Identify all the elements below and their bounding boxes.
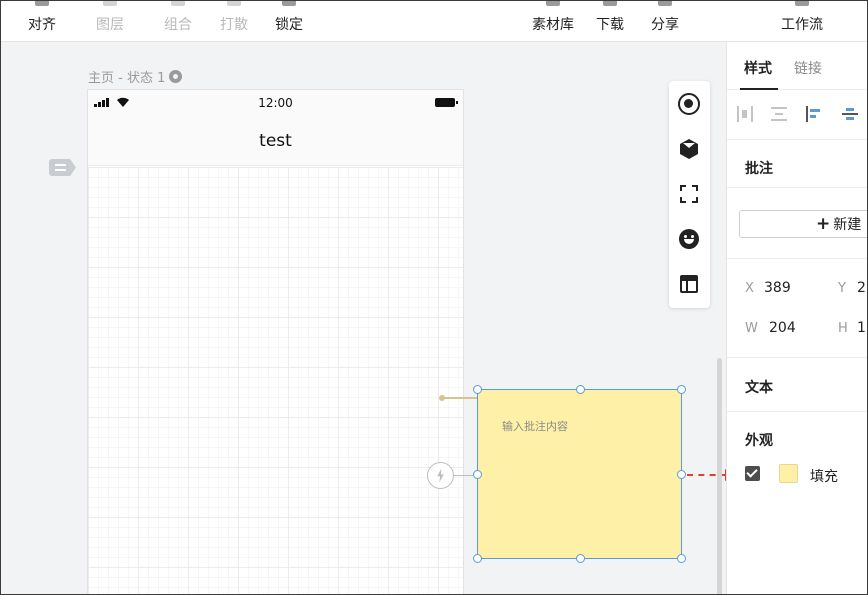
fill-color-swatch[interactable] xyxy=(779,464,798,483)
note-placeholder[interactable]: 输入批注内容 xyxy=(502,418,568,434)
floating-tool-strip xyxy=(669,81,710,308)
ungroup-button[interactable]: 打散 xyxy=(220,1,248,42)
resize-handle-bottom-left[interactable] xyxy=(473,554,482,563)
asset-library-label: 素材库 xyxy=(532,17,574,33)
share-button[interactable]: 分享 xyxy=(651,1,679,42)
w-input[interactable]: 204 xyxy=(769,320,796,336)
divider xyxy=(727,187,867,188)
scan-button[interactable] xyxy=(677,182,701,206)
canvas-scrollbar[interactable] xyxy=(717,358,722,594)
annotation-section-title: 批注 xyxy=(745,161,773,177)
layers-label: 图层 xyxy=(96,17,124,33)
top-toolbar: 对齐 图层 组合 打散 锁定 素材库 下载 分享 工作流 xyxy=(1,1,867,42)
asset-library-icon xyxy=(546,1,560,6)
text-section-title[interactable]: 文本 xyxy=(745,377,773,397)
h-input[interactable]: 1 xyxy=(857,320,866,336)
w-label: W xyxy=(745,321,758,336)
layers-button[interactable]: 图层 xyxy=(96,1,124,42)
app-window: 对齐 图层 组合 打散 锁定 素材库 下载 分享 工作流 主页 - 状态 1 1… xyxy=(0,0,868,595)
status-time: 12:00 xyxy=(258,96,293,110)
annotation-connector-dot[interactable] xyxy=(439,395,445,401)
battery-icon xyxy=(435,98,458,107)
divider xyxy=(727,258,867,259)
download-icon xyxy=(603,1,617,6)
lock-icon xyxy=(282,1,296,6)
scan-icon xyxy=(680,185,698,203)
resize-handle-bottom-right[interactable] xyxy=(677,554,686,563)
align-distribute-vertical-icon[interactable] xyxy=(771,106,787,122)
ungroup-label: 打散 xyxy=(220,17,248,33)
resize-handle-right[interactable] xyxy=(677,470,686,479)
workflow-label: 工作流 xyxy=(781,17,823,33)
layout-button[interactable] xyxy=(677,272,701,296)
group-button[interactable]: 组合 xyxy=(164,1,192,42)
emoji-button[interactable] xyxy=(677,227,701,251)
tab-style[interactable]: 样式 xyxy=(744,58,772,78)
workflow-icon xyxy=(795,1,809,6)
appearance-section-title: 外观 xyxy=(745,433,773,449)
resize-handle-top[interactable] xyxy=(576,385,585,394)
align-icon xyxy=(35,1,49,6)
layers-icon xyxy=(103,1,117,6)
lock-button[interactable]: 锁定 xyxy=(275,1,303,42)
download-button[interactable]: 下载 xyxy=(596,1,624,42)
ungroup-icon xyxy=(227,1,241,6)
divider xyxy=(727,357,867,358)
download-label: 下载 xyxy=(596,17,624,33)
asset-library-button[interactable]: 素材库 xyxy=(532,1,574,42)
share-label: 分享 xyxy=(651,17,679,33)
page-state-text: 主页 - 状态 1 xyxy=(88,71,166,86)
screen-title[interactable]: test xyxy=(259,131,292,151)
fill-label: 填充 xyxy=(810,469,838,485)
gear-icon[interactable] xyxy=(169,70,183,83)
y-input[interactable]: 2 xyxy=(857,280,866,296)
phone-artboard[interactable]: 12:00 test xyxy=(87,89,464,594)
group-label: 组合 xyxy=(164,17,192,33)
page-state-label[interactable]: 主页 - 状态 1 xyxy=(88,67,183,86)
page-tag-icon[interactable] xyxy=(49,159,76,176)
align-tools xyxy=(727,90,867,140)
workflow-button[interactable]: 工作流 xyxy=(781,1,823,42)
align-center-icon[interactable] xyxy=(842,106,858,122)
x-input[interactable]: 389 xyxy=(764,280,791,296)
plus-icon: + xyxy=(816,214,831,234)
properties-panel: 样式 链接 批注 + 新建 X 389 Y 2 W 204 H 1 文本 外观 … xyxy=(726,42,867,594)
new-annotation-label: 新建 xyxy=(833,217,862,233)
divider xyxy=(727,411,867,412)
new-annotation-button[interactable]: + 新建 xyxy=(739,210,867,238)
resize-handle-top-left[interactable] xyxy=(473,385,482,394)
interaction-bolt-icon[interactable] xyxy=(427,462,454,489)
cube-icon xyxy=(680,139,698,159)
align-label: 对齐 xyxy=(28,17,56,33)
resize-handle-top-right[interactable] xyxy=(677,385,686,394)
tab-link[interactable]: 链接 xyxy=(794,58,822,78)
lock-label: 锁定 xyxy=(275,17,303,33)
status-bar: 12:00 xyxy=(88,90,463,116)
share-icon xyxy=(658,1,672,6)
align-left-icon[interactable] xyxy=(806,106,822,122)
fill-checkbox[interactable] xyxy=(745,466,760,481)
nav-bar: test xyxy=(88,116,463,166)
resize-handle-bottom[interactable] xyxy=(576,554,585,563)
align-button[interactable]: 对齐 xyxy=(28,1,56,42)
x-label: X xyxy=(745,281,754,296)
component-button[interactable] xyxy=(677,137,701,161)
panel-tabs: 样式 链接 xyxy=(727,42,867,90)
canvas-grid[interactable] xyxy=(88,167,463,594)
smile-icon xyxy=(679,229,699,249)
h-label: H xyxy=(838,321,848,336)
target-icon xyxy=(678,93,700,115)
y-label: Y xyxy=(838,281,846,296)
target-button[interactable] xyxy=(677,92,701,116)
resize-handle-left[interactable] xyxy=(473,470,482,479)
group-icon xyxy=(171,1,185,6)
annotation-note[interactable]: 输入批注内容 xyxy=(477,389,682,559)
layout-icon xyxy=(680,275,698,293)
align-distribute-horizontal-icon[interactable] xyxy=(737,106,753,122)
